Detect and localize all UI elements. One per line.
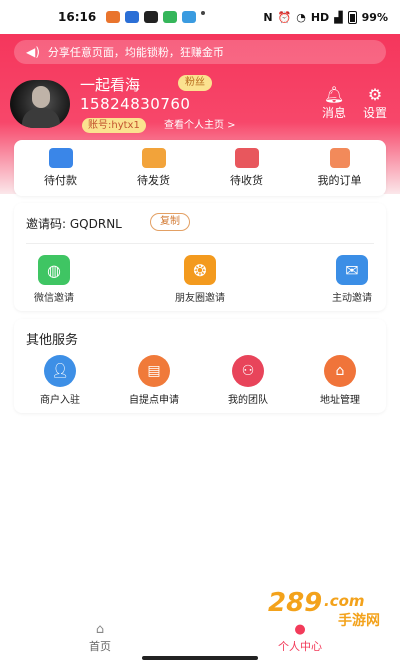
invite-code-row: 邀请码: GQDRNL [26, 215, 122, 232]
address-management-button[interactable]: ⌂ 地址管理 [300, 355, 380, 406]
service-label: 我的团队 [228, 395, 268, 406]
speaker-icon: ◀) [26, 45, 40, 59]
avatar-face [32, 86, 50, 108]
status-indicators: N ⏰ ◔ HD ▟ 99% [263, 10, 388, 24]
order-label: 我的订单 [317, 174, 362, 187]
invite-code-value: GQDRNL [69, 217, 122, 231]
box-icon [234, 148, 259, 168]
messages-label: 消息 [321, 106, 346, 120]
merchant-icon: 👤︎ [44, 355, 76, 387]
app-screen: 16:16 N ⏰ ◔ HD ▟ 99% ◀) 分享任意页面，均能锁粉，狂赚金币… [0, 0, 400, 666]
home-icon: ⌂ [95, 622, 105, 637]
order-label: 待发货 [137, 174, 170, 187]
gear-icon: ⚙ [367, 85, 383, 104]
more-dot-icon [201, 11, 206, 15]
invite-card: 邀请码: GQDRNL 复制 ◍ 微信邀请 ❂ 朋友圈邀请 ✉ 主动邀请 [14, 203, 386, 311]
invite-item-label: 微信邀请 [34, 293, 74, 304]
nfc-icon: N [263, 10, 273, 24]
app-notification-icon [163, 11, 178, 23]
order-pending-receipt[interactable]: 待收货 [207, 148, 287, 188]
avatar-body [22, 108, 60, 128]
app-notification-icon [125, 11, 140, 23]
view-homepage-link[interactable]: 查看个人主页 > [164, 118, 236, 133]
hd-icon: HD [310, 10, 330, 24]
fans-badge: 粉丝 [178, 75, 212, 91]
home-indicator[interactable] [142, 656, 258, 660]
tab-home[interactable]: ⌂ 首页 [0, 620, 200, 654]
copy-button[interactable]: 复制 [150, 213, 190, 231]
my-team-button[interactable]: ⚇ 我的团队 [208, 355, 288, 406]
order-list-icon [329, 148, 350, 168]
wallet-icon [48, 148, 73, 168]
wechat-icon: ◍ [38, 255, 70, 285]
avatar[interactable] [10, 80, 70, 128]
wechat-invite-button[interactable]: ◍ 微信邀请 [14, 255, 94, 304]
services-card: 其他服务 👤︎ 商户入驻 ▤ 自提点申请 ⚇ 我的团队 ⌂ 地址管理 [14, 319, 386, 413]
person-icon: ● [294, 622, 306, 637]
signal-icon: ▟ [334, 10, 343, 24]
watermark-number: 289 [268, 588, 323, 618]
alarm-icon: ⏰ [277, 10, 292, 24]
app-notification-icon [182, 11, 197, 23]
order-label: 待收货 [230, 174, 263, 187]
order-pending-shipment[interactable]: 待发货 [114, 148, 194, 188]
bell-icon: 🔔︎ [323, 85, 345, 104]
user-phone: 15824830760 [80, 95, 191, 113]
invite-item-label: 朋友圈邀请 [175, 293, 225, 304]
store-icon: ▤ [138, 355, 170, 387]
share-notice-bar[interactable]: ◀) 分享任意页面，均能锁粉，狂赚金币 [14, 40, 386, 64]
messages-button[interactable]: 🔔︎ 消息 [316, 86, 352, 121]
settings-button[interactable]: ⚙ 设置 [357, 86, 393, 121]
truck-icon [141, 148, 166, 168]
active-invite-button[interactable]: ✉ 主动邀请 [312, 255, 392, 304]
app-notification-icon [144, 11, 159, 23]
orders-card: 待付款 待发货 待收货 我的订单 [14, 140, 386, 196]
wifi-icon: ◔ [296, 10, 306, 24]
status-bar: 16:16 N ⏰ ◔ HD ▟ 99% [0, 0, 400, 34]
mail-icon: ✉ [336, 255, 368, 285]
watermark-domain: .com [324, 592, 365, 610]
user-name: 一起看海 [80, 76, 141, 94]
divider [26, 243, 374, 244]
invite-code-label: 邀请码: [26, 217, 67, 231]
tab-profile[interactable]: ● 个人中心 [200, 620, 400, 654]
app-notification-icon [106, 11, 121, 23]
address-icon: ⌂ [324, 355, 356, 387]
aperture-icon: ❂ [184, 255, 216, 285]
my-orders[interactable]: 我的订单 [300, 148, 380, 188]
notification-icons [106, 11, 206, 23]
battery-percent: 99% [361, 10, 388, 24]
order-label: 待付款 [44, 174, 77, 187]
bottom-tab-bar: ⌂ 首页 ● 个人中心 [0, 620, 400, 654]
service-label: 地址管理 [320, 395, 360, 406]
status-time: 16:16 [58, 10, 97, 24]
tab-label: 首页 [89, 640, 111, 653]
service-label: 自提点申请 [129, 395, 179, 406]
pickup-point-apply-button[interactable]: ▤ 自提点申请 [114, 355, 194, 406]
settings-label: 设置 [362, 106, 387, 120]
notice-text: 分享任意页面，均能锁粉，狂赚金币 [47, 46, 224, 59]
account-badge: 账号:hytx1 [82, 118, 146, 133]
invite-item-label: 主动邀请 [332, 293, 372, 304]
services-title: 其他服务 [26, 333, 79, 348]
tab-label: 个人中心 [278, 640, 322, 653]
moments-invite-button[interactable]: ❂ 朋友圈邀请 [160, 255, 240, 304]
service-label: 商户入驻 [40, 395, 80, 406]
merchant-entry-button[interactable]: 👤︎ 商户入驻 [20, 355, 100, 406]
order-pending-payment[interactable]: 待付款 [21, 148, 101, 188]
battery-icon [347, 10, 357, 24]
team-icon: ⚇ [232, 355, 264, 387]
